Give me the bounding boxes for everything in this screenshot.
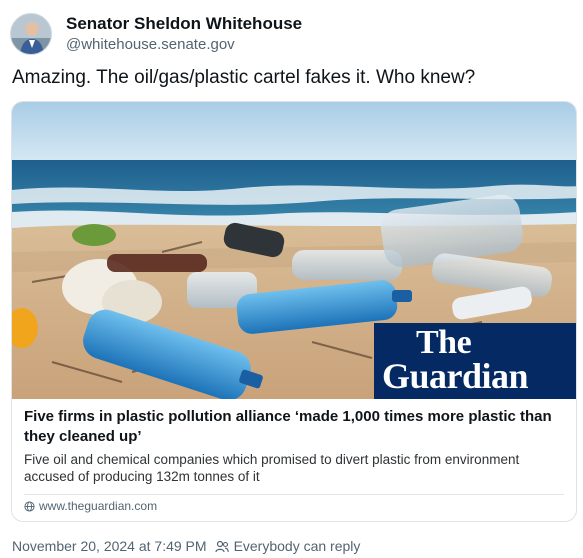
guardian-logo-guardian: Guardian — [382, 356, 529, 396]
reply-setting[interactable]: Everybody can reply — [234, 538, 361, 554]
link-card[interactable]: The Guardian Five firms in plastic pollu… — [11, 101, 577, 522]
post-timestamp[interactable]: November 20, 2024 at 7:49 PM — [12, 538, 207, 554]
link-card-source[interactable]: www.theguardian.com — [24, 499, 157, 513]
avatar[interactable] — [10, 13, 52, 55]
link-card-source-text: www.theguardian.com — [39, 499, 158, 513]
author-name[interactable]: Senator Sheldon Whitehouse — [66, 14, 302, 34]
link-card-description: Five oil and chemical companies which pr… — [24, 452, 520, 484]
author-handle[interactable]: @whitehouse.senate.gov — [66, 36, 235, 53]
link-card-title[interactable]: Five firms in plastic pollution alliance… — [24, 407, 564, 447]
link-card-image[interactable]: The Guardian — [12, 102, 576, 399]
people-icon — [214, 540, 229, 552]
post-header: Senator Sheldon Whitehouse @whitehouse.s… — [10, 12, 570, 56]
guardian-logo: The Guardian — [374, 323, 576, 399]
globe-icon — [24, 500, 35, 512]
post-text: Amazing. The oil/gas/plastic cartel fake… — [12, 67, 476, 88]
link-card-divider — [24, 494, 564, 495]
post-footer: November 20, 2024 at 7:49 PM Everybody c… — [12, 538, 360, 554]
